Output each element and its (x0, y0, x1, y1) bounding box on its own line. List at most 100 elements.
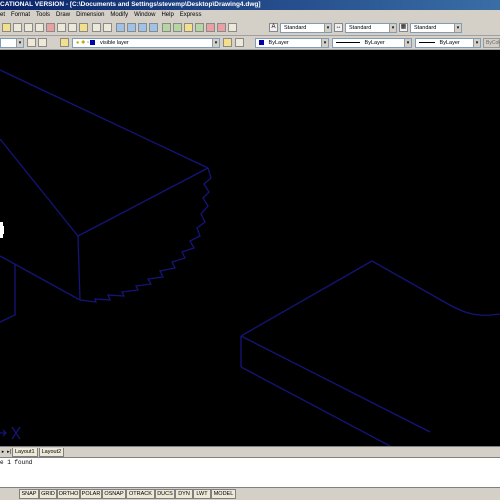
color-swatch (259, 40, 264, 46)
model-toggle[interactable]: MODEL (211, 489, 236, 499)
box-break-edge (79, 167, 212, 303)
redo-icon[interactable] (103, 23, 112, 32)
chevron-down-icon: ▾ (473, 39, 480, 47)
menu-modify[interactable]: Modify (110, 10, 128, 20)
plot-icon[interactable] (24, 23, 33, 32)
grid-toggle[interactable]: GRID (39, 489, 57, 499)
plot-style-value: ByColor (486, 40, 500, 46)
otrack-toggle[interactable]: OTRACK (126, 489, 155, 499)
text-style-value: Standard (284, 25, 307, 31)
linetype-preview (336, 42, 360, 44)
chevron-down-icon: ▾ (212, 39, 219, 47)
chevron-down-icon: ▾ (454, 24, 461, 32)
snap-toggle[interactable]: SNAP (19, 489, 39, 499)
crosshair-cursor-tip (0, 226, 4, 234)
tool-palettes-icon[interactable] (184, 23, 193, 32)
ducs-toggle[interactable]: DUCS (155, 489, 175, 499)
tab-layout1[interactable]: Layout1 (12, 448, 38, 457)
sun-icon: ✹ (80, 40, 86, 46)
help-icon[interactable] (228, 23, 237, 32)
box-front-vertical-edge (77, 235, 81, 301)
calculator-icon[interactable] (217, 23, 226, 32)
zoom-window-icon[interactable] (138, 23, 147, 32)
box-inner-edge (77, 167, 209, 237)
save-icon[interactable] (13, 23, 22, 32)
chevron-down-icon: ▾ (16, 39, 23, 47)
zoom-previous-icon[interactable] (149, 23, 158, 32)
layer-manager-icon[interactable] (27, 38, 36, 47)
command-prompt[interactable] (0, 476, 500, 485)
zoom-realtime-icon[interactable] (127, 23, 136, 32)
command-history-line: e 1 found (0, 459, 33, 466)
slab-bottom-edge (240, 366, 391, 446)
layer-states-icon[interactable] (38, 38, 47, 47)
menu-draw[interactable]: Draw (56, 10, 70, 20)
lwt-toggle[interactable]: LWT (193, 489, 211, 499)
lineweight-preview (419, 42, 435, 44)
menu-window[interactable]: Window (134, 10, 155, 20)
copy-icon[interactable] (57, 23, 66, 32)
open-icon[interactable] (2, 23, 11, 32)
lineweight-value: ByLayer (439, 40, 460, 46)
tab-layout2[interactable]: Layout2 (38, 448, 65, 457)
layers-toolbar: ▾ ● ✹ ▫ visible layer ▾ ByLayer ▾ ByLaye… (0, 36, 500, 50)
window-title: CATIONAL VERSION - [C:\Documents and Set… (0, 1, 261, 8)
text-style-icon[interactable]: A (269, 23, 278, 32)
sheet-set-icon[interactable] (195, 23, 204, 32)
layer-states-dropdown[interactable]: ▾ (0, 38, 24, 48)
ucs-icon-arrow (0, 429, 7, 437)
make-object-layer-current-icon[interactable] (60, 38, 69, 47)
menu-tools[interactable]: Tools (36, 10, 50, 20)
layer-previous-icon[interactable] (223, 38, 232, 47)
lightbulb-icon: ● (76, 40, 80, 46)
markup-icon[interactable] (206, 23, 215, 32)
cut-icon[interactable] (46, 23, 55, 32)
chevron-down-icon: ▾ (321, 39, 328, 47)
menu-dimension[interactable]: Dimension (76, 10, 104, 20)
polar-toggle[interactable]: POLAR (80, 489, 102, 499)
plot-style-dropdown[interactable]: ByColor (483, 38, 500, 48)
chevron-down-icon: ▾ (324, 24, 331, 32)
chevron-down-icon: ▾ (389, 24, 396, 32)
text-style-dropdown[interactable]: Standard ▾ (280, 23, 332, 33)
pan-icon[interactable] (116, 23, 125, 32)
design-center-icon[interactable] (173, 23, 182, 32)
command-history-line-2 (0, 467, 500, 476)
linetype-value: ByLayer (364, 40, 385, 46)
dim-style-icon[interactable]: ↔ (334, 23, 343, 32)
menu-express[interactable]: Express (180, 10, 202, 20)
undo-icon[interactable] (92, 23, 101, 32)
menu-help[interactable]: Help (161, 10, 173, 20)
dim-style-value: Standard (349, 25, 372, 31)
slab-top-left-edge (240, 260, 373, 337)
layer-properties-icon[interactable] (235, 38, 244, 47)
drawing-svg (0, 69, 500, 446)
dim-style-dropdown[interactable]: Standard ▾ (345, 23, 397, 33)
box-top-edge (0, 69, 209, 169)
menu-insert[interactable]: et (0, 10, 5, 20)
menu-format[interactable]: Format (11, 10, 30, 20)
color-value: ByLayer (268, 40, 289, 46)
properties-icon[interactable] (162, 23, 171, 32)
table-style-value: Standard (414, 25, 437, 31)
layer-dropdown[interactable]: ● ✹ ▫ visible layer ▾ (72, 38, 220, 48)
status-bar: SNAP GRID ORTHO POLAR OSNAP OTRACK DUCS … (0, 487, 500, 500)
table-style-dropdown[interactable]: Standard ▾ (410, 23, 462, 33)
drawing-area[interactable] (0, 50, 500, 446)
lock-icon: ▫ (87, 40, 89, 46)
linetype-dropdown[interactable]: ByLayer ▾ (332, 38, 412, 48)
command-window[interactable]: e 1 found (0, 457, 500, 487)
paste-icon[interactable] (68, 23, 77, 32)
color-dropdown[interactable]: ByLayer ▾ (255, 38, 329, 48)
layer-name: visible layer (100, 40, 129, 46)
lineweight-dropdown[interactable]: ByLayer ▾ (415, 38, 481, 48)
ortho-toggle[interactable]: ORTHO (57, 489, 80, 499)
layer-color-swatch (90, 40, 96, 46)
preview-icon[interactable] (35, 23, 44, 32)
match-properties-icon[interactable] (79, 23, 88, 32)
osnap-toggle[interactable]: OSNAP (102, 489, 126, 499)
dyn-toggle[interactable]: DYN (175, 489, 193, 499)
table-style-icon[interactable]: ▦ (399, 23, 408, 32)
slab-top-right-edge (371, 260, 500, 316)
chevron-down-icon: ▾ (404, 39, 411, 47)
